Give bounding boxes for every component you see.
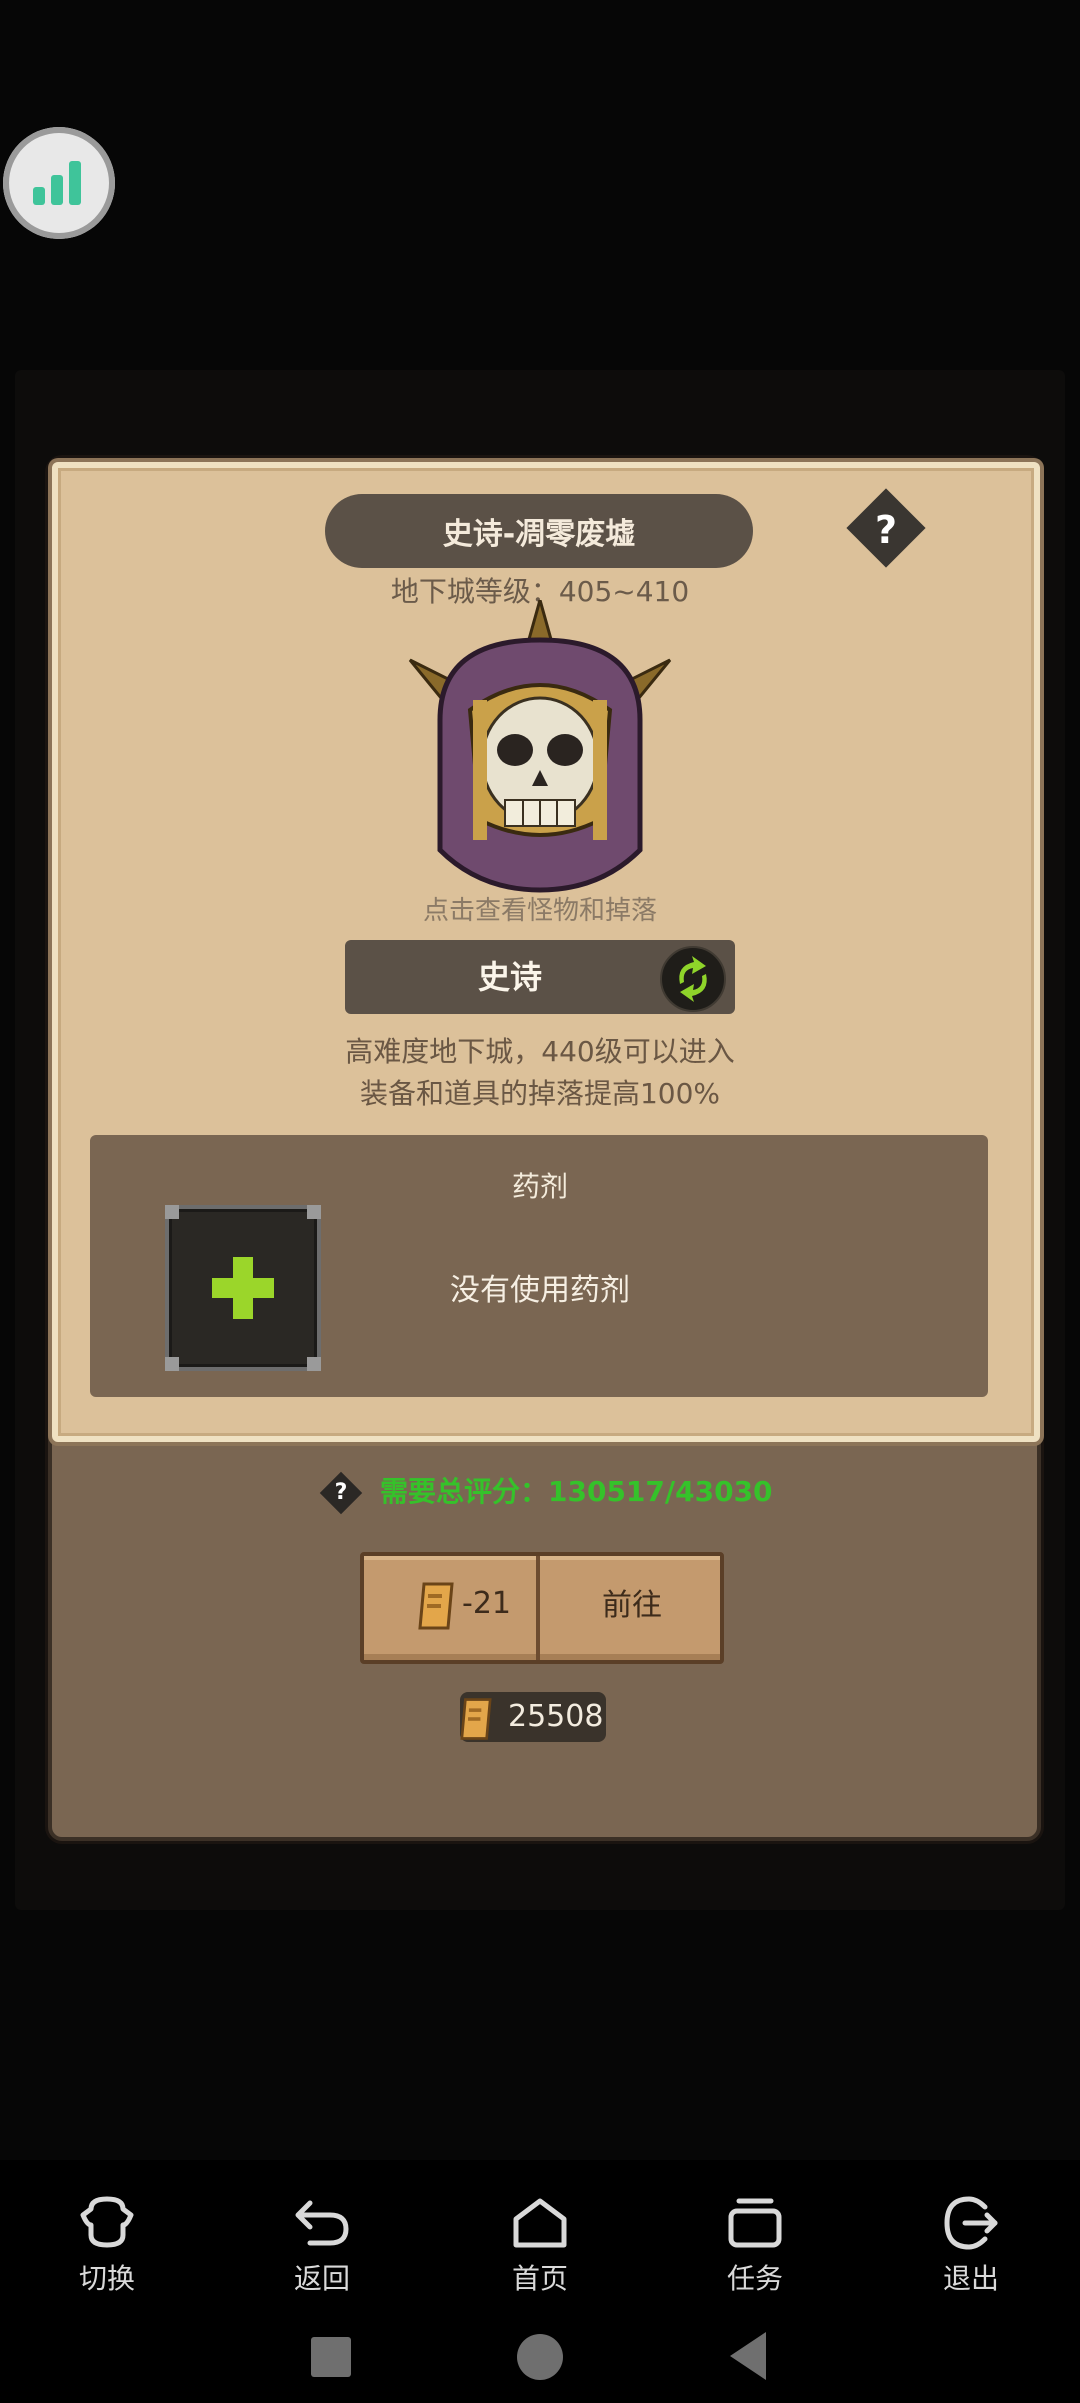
back-arrow-icon <box>295 2200 349 2246</box>
scroll-ticket-icon <box>460 1698 492 1740</box>
signal-bars-icon <box>33 161 81 205</box>
nav-back-label: 返回 <box>293 2262 350 2295</box>
ticket-count: 25508 <box>508 1699 604 1734</box>
nav-exit-label: 退出 <box>942 2262 999 2295</box>
slot-corner <box>165 1205 179 1219</box>
difficulty-bar: 史诗 <box>345 940 735 1014</box>
floating-stats-button[interactable] <box>3 127 115 239</box>
button-divider <box>536 1556 540 1660</box>
go-button-label[interactable]: 前往 <box>544 1556 720 1656</box>
difficulty-label: 史诗 <box>477 958 542 996</box>
nav-switch-label: 切换 <box>78 2262 135 2295</box>
difficulty-desc-line2: 装备和道具的掉落提高100% <box>359 1077 721 1110</box>
slot-corner <box>307 1357 321 1371</box>
potion-status-text: 没有使用药剂 <box>450 1273 630 1308</box>
exit-icon <box>944 2196 998 2250</box>
switch-icon <box>80 2196 134 2248</box>
potion-add-slot[interactable] <box>165 1205 321 1371</box>
difficulty-switch-button[interactable] <box>660 946 726 1012</box>
nav-tasks[interactable]: 任务 <box>690 2195 820 2297</box>
plus-icon <box>212 1257 274 1319</box>
nav-exit[interactable]: 退出 <box>906 2195 1036 2297</box>
help-icon[interactable]: ? <box>844 502 928 558</box>
difficulty-desc-line1: 高难度地下城，440级可以进入 <box>345 1035 735 1068</box>
boss-skull-helmet-icon[interactable] <box>400 600 680 900</box>
enter-dungeon-button[interactable]: -21 前往 <box>360 1552 724 1664</box>
refresh-arrows-icon <box>679 956 707 1002</box>
nav-back[interactable]: 返回 <box>257 2195 387 2297</box>
boss-hint-text[interactable]: 点击查看怪物和掉落 <box>330 890 750 927</box>
ticket-cost: -21 <box>462 1586 511 1621</box>
score-help-icon[interactable]: ? <box>320 1470 362 1514</box>
nav-home-label: 首页 <box>511 2262 568 2295</box>
tasks-icon <box>728 2198 782 2248</box>
potion-title: 药剂 <box>511 1170 568 1203</box>
slot-corner <box>307 1205 321 1219</box>
ticket-balance: 25508 <box>460 1692 606 1742</box>
recent-apps-button[interactable] <box>311 2337 351 2377</box>
slot-corner <box>165 1357 179 1371</box>
nav-home[interactable]: 首页 <box>475 2195 605 2297</box>
nav-tasks-label: 任务 <box>726 2262 783 2295</box>
back-button[interactable] <box>730 2332 766 2380</box>
scroll-ticket-icon <box>418 1582 454 1630</box>
home-button[interactable] <box>517 2334 563 2380</box>
score-requirement-text: 需要总评分：130517/43030 <box>380 1475 773 1508</box>
nav-switch[interactable]: 切换 <box>42 2195 172 2297</box>
home-icon <box>513 2198 567 2248</box>
dungeon-title: 史诗-凋零废墟 <box>325 494 753 568</box>
